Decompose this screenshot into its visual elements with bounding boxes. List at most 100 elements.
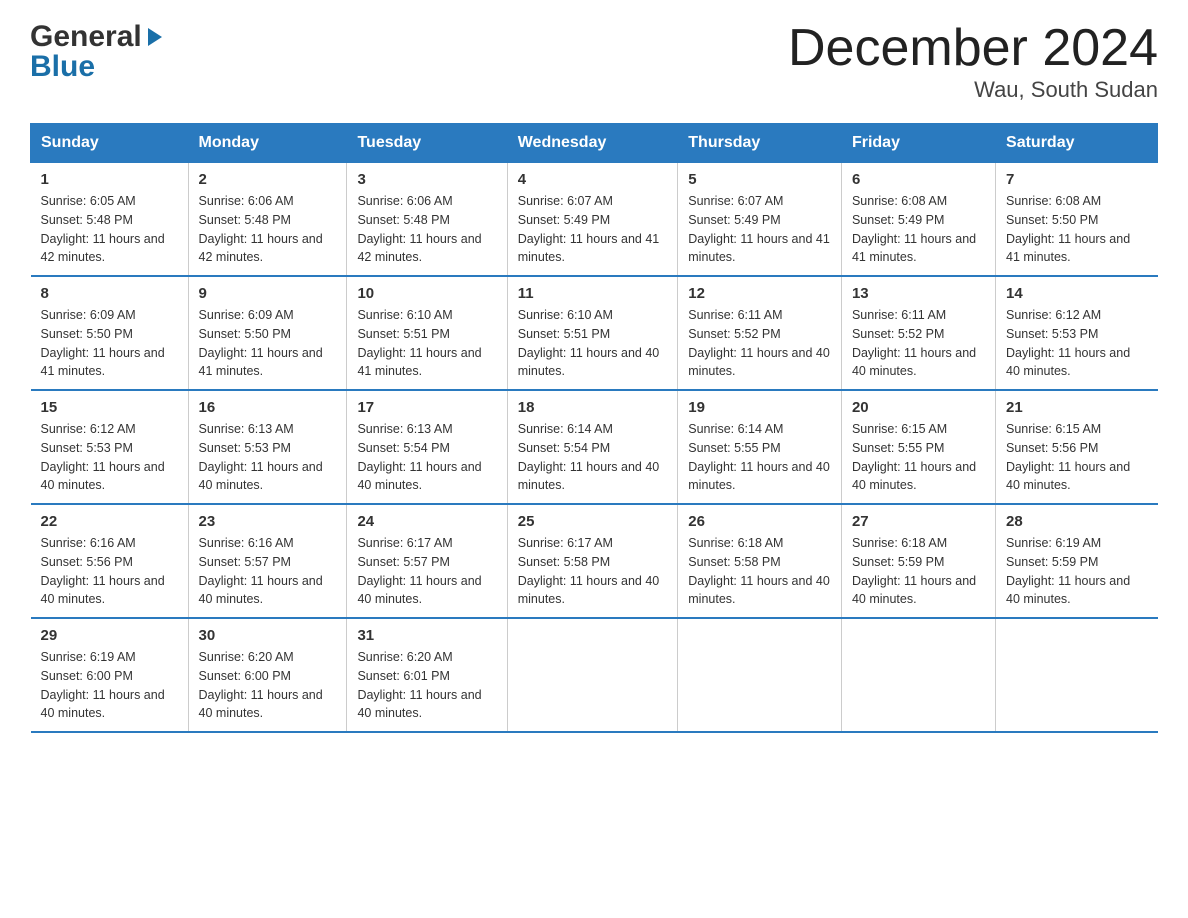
calendar-cell: 6 Sunrise: 6:08 AMSunset: 5:49 PMDayligh…: [841, 163, 995, 277]
calendar-week-row: 22 Sunrise: 6:16 AMSunset: 5:56 PMDaylig…: [31, 504, 1158, 618]
day-info: Sunrise: 6:16 AMSunset: 5:57 PMDaylight:…: [199, 536, 323, 606]
calendar-header-friday: Friday: [841, 124, 995, 163]
day-info: Sunrise: 6:09 AMSunset: 5:50 PMDaylight:…: [41, 308, 165, 378]
day-number: 30: [199, 627, 337, 644]
calendar-week-row: 15 Sunrise: 6:12 AMSunset: 5:53 PMDaylig…: [31, 390, 1158, 504]
day-info: Sunrise: 6:17 AMSunset: 5:57 PMDaylight:…: [357, 536, 481, 606]
calendar-cell: 22 Sunrise: 6:16 AMSunset: 5:56 PMDaylig…: [31, 504, 189, 618]
calendar-cell: 12 Sunrise: 6:11 AMSunset: 5:52 PMDaylig…: [678, 276, 842, 390]
day-info: Sunrise: 6:11 AMSunset: 5:52 PMDaylight:…: [688, 308, 830, 378]
day-info: Sunrise: 6:19 AMSunset: 5:59 PMDaylight:…: [1006, 536, 1130, 606]
calendar-cell: 20 Sunrise: 6:15 AMSunset: 5:55 PMDaylig…: [841, 390, 995, 504]
calendar-week-row: 29 Sunrise: 6:19 AMSunset: 6:00 PMDaylig…: [31, 618, 1158, 732]
day-number: 19: [688, 399, 831, 416]
calendar-cell: 28 Sunrise: 6:19 AMSunset: 5:59 PMDaylig…: [996, 504, 1158, 618]
calendar-table: SundayMondayTuesdayWednesdayThursdayFrid…: [30, 123, 1158, 733]
calendar-header-wednesday: Wednesday: [507, 124, 678, 163]
day-info: Sunrise: 6:05 AMSunset: 5:48 PMDaylight:…: [41, 194, 165, 264]
calendar-week-row: 1 Sunrise: 6:05 AMSunset: 5:48 PMDayligh…: [31, 163, 1158, 277]
day-info: Sunrise: 6:20 AMSunset: 6:00 PMDaylight:…: [199, 650, 323, 720]
day-info: Sunrise: 6:12 AMSunset: 5:53 PMDaylight:…: [1006, 308, 1130, 378]
day-number: 24: [357, 513, 496, 530]
day-info: Sunrise: 6:08 AMSunset: 5:49 PMDaylight:…: [852, 194, 976, 264]
day-info: Sunrise: 6:14 AMSunset: 5:55 PMDaylight:…: [688, 422, 830, 492]
day-number: 18: [518, 399, 668, 416]
calendar-cell: 7 Sunrise: 6:08 AMSunset: 5:50 PMDayligh…: [996, 163, 1158, 277]
day-info: Sunrise: 6:15 AMSunset: 5:55 PMDaylight:…: [852, 422, 976, 492]
day-number: 23: [199, 513, 337, 530]
logo-general: General: [30, 20, 142, 54]
day-info: Sunrise: 6:09 AMSunset: 5:50 PMDaylight:…: [199, 308, 323, 378]
day-number: 2: [199, 171, 337, 188]
calendar-header-saturday: Saturday: [996, 124, 1158, 163]
day-number: 9: [199, 285, 337, 302]
calendar-cell: 8 Sunrise: 6:09 AMSunset: 5:50 PMDayligh…: [31, 276, 189, 390]
day-info: Sunrise: 6:20 AMSunset: 6:01 PMDaylight:…: [357, 650, 481, 720]
calendar-cell: 19 Sunrise: 6:14 AMSunset: 5:55 PMDaylig…: [678, 390, 842, 504]
day-info: Sunrise: 6:14 AMSunset: 5:54 PMDaylight:…: [518, 422, 660, 492]
day-number: 26: [688, 513, 831, 530]
calendar-cell: 11 Sunrise: 6:10 AMSunset: 5:51 PMDaylig…: [507, 276, 678, 390]
calendar-cell: 16 Sunrise: 6:13 AMSunset: 5:53 PMDaylig…: [188, 390, 347, 504]
calendar-cell: 17 Sunrise: 6:13 AMSunset: 5:54 PMDaylig…: [347, 390, 507, 504]
calendar-cell: 1 Sunrise: 6:05 AMSunset: 5:48 PMDayligh…: [31, 163, 189, 277]
day-info: Sunrise: 6:18 AMSunset: 5:58 PMDaylight:…: [688, 536, 830, 606]
day-info: Sunrise: 6:10 AMSunset: 5:51 PMDaylight:…: [357, 308, 481, 378]
calendar-cell: 14 Sunrise: 6:12 AMSunset: 5:53 PMDaylig…: [996, 276, 1158, 390]
day-number: 7: [1006, 171, 1147, 188]
calendar-cell: [841, 618, 995, 732]
day-info: Sunrise: 6:06 AMSunset: 5:48 PMDaylight:…: [199, 194, 323, 264]
calendar-cell: 5 Sunrise: 6:07 AMSunset: 5:49 PMDayligh…: [678, 163, 842, 277]
calendar-cell: 4 Sunrise: 6:07 AMSunset: 5:49 PMDayligh…: [507, 163, 678, 277]
day-number: 14: [1006, 285, 1147, 302]
day-info: Sunrise: 6:10 AMSunset: 5:51 PMDaylight:…: [518, 308, 660, 378]
calendar-cell: 30 Sunrise: 6:20 AMSunset: 6:00 PMDaylig…: [188, 618, 347, 732]
page-subtitle: Wau, South Sudan: [788, 77, 1158, 103]
calendar-cell: 3 Sunrise: 6:06 AMSunset: 5:48 PMDayligh…: [347, 163, 507, 277]
day-number: 22: [41, 513, 178, 530]
calendar-header-sunday: Sunday: [31, 124, 189, 163]
calendar-cell: 13 Sunrise: 6:11 AMSunset: 5:52 PMDaylig…: [841, 276, 995, 390]
calendar-week-row: 8 Sunrise: 6:09 AMSunset: 5:50 PMDayligh…: [31, 276, 1158, 390]
calendar-cell: 10 Sunrise: 6:10 AMSunset: 5:51 PMDaylig…: [347, 276, 507, 390]
day-info: Sunrise: 6:19 AMSunset: 6:00 PMDaylight:…: [41, 650, 165, 720]
day-info: Sunrise: 6:17 AMSunset: 5:58 PMDaylight:…: [518, 536, 660, 606]
day-number: 6: [852, 171, 985, 188]
calendar-cell: [996, 618, 1158, 732]
page-header: General Blue December 2024 Wau, South Su…: [30, 20, 1158, 103]
calendar-cell: 15 Sunrise: 6:12 AMSunset: 5:53 PMDaylig…: [31, 390, 189, 504]
calendar-header-thursday: Thursday: [678, 124, 842, 163]
day-number: 29: [41, 627, 178, 644]
day-number: 12: [688, 285, 831, 302]
day-info: Sunrise: 6:07 AMSunset: 5:49 PMDaylight:…: [518, 194, 660, 264]
calendar-cell: 27 Sunrise: 6:18 AMSunset: 5:59 PMDaylig…: [841, 504, 995, 618]
day-number: 10: [357, 285, 496, 302]
day-number: 20: [852, 399, 985, 416]
day-info: Sunrise: 6:15 AMSunset: 5:56 PMDaylight:…: [1006, 422, 1130, 492]
day-number: 4: [518, 171, 668, 188]
day-info: Sunrise: 6:12 AMSunset: 5:53 PMDaylight:…: [41, 422, 165, 492]
day-info: Sunrise: 6:08 AMSunset: 5:50 PMDaylight:…: [1006, 194, 1130, 264]
day-number: 11: [518, 285, 668, 302]
calendar-cell: 29 Sunrise: 6:19 AMSunset: 6:00 PMDaylig…: [31, 618, 189, 732]
calendar-cell: 24 Sunrise: 6:17 AMSunset: 5:57 PMDaylig…: [347, 504, 507, 618]
calendar-cell: 21 Sunrise: 6:15 AMSunset: 5:56 PMDaylig…: [996, 390, 1158, 504]
day-number: 5: [688, 171, 831, 188]
calendar-header-monday: Monday: [188, 124, 347, 163]
day-number: 8: [41, 285, 178, 302]
day-info: Sunrise: 6:13 AMSunset: 5:53 PMDaylight:…: [199, 422, 323, 492]
day-number: 28: [1006, 513, 1147, 530]
calendar-cell: 2 Sunrise: 6:06 AMSunset: 5:48 PMDayligh…: [188, 163, 347, 277]
day-number: 27: [852, 513, 985, 530]
day-info: Sunrise: 6:13 AMSunset: 5:54 PMDaylight:…: [357, 422, 481, 492]
logo: General Blue: [30, 20, 166, 84]
calendar-header-row: SundayMondayTuesdayWednesdayThursdayFrid…: [31, 124, 1158, 163]
calendar-cell: 18 Sunrise: 6:14 AMSunset: 5:54 PMDaylig…: [507, 390, 678, 504]
page-title: December 2024: [788, 20, 1158, 77]
calendar-cell: 31 Sunrise: 6:20 AMSunset: 6:01 PMDaylig…: [347, 618, 507, 732]
day-info: Sunrise: 6:16 AMSunset: 5:56 PMDaylight:…: [41, 536, 165, 606]
calendar-cell: [507, 618, 678, 732]
day-info: Sunrise: 6:06 AMSunset: 5:48 PMDaylight:…: [357, 194, 481, 264]
calendar-cell: 25 Sunrise: 6:17 AMSunset: 5:58 PMDaylig…: [507, 504, 678, 618]
calendar-cell: 23 Sunrise: 6:16 AMSunset: 5:57 PMDaylig…: [188, 504, 347, 618]
